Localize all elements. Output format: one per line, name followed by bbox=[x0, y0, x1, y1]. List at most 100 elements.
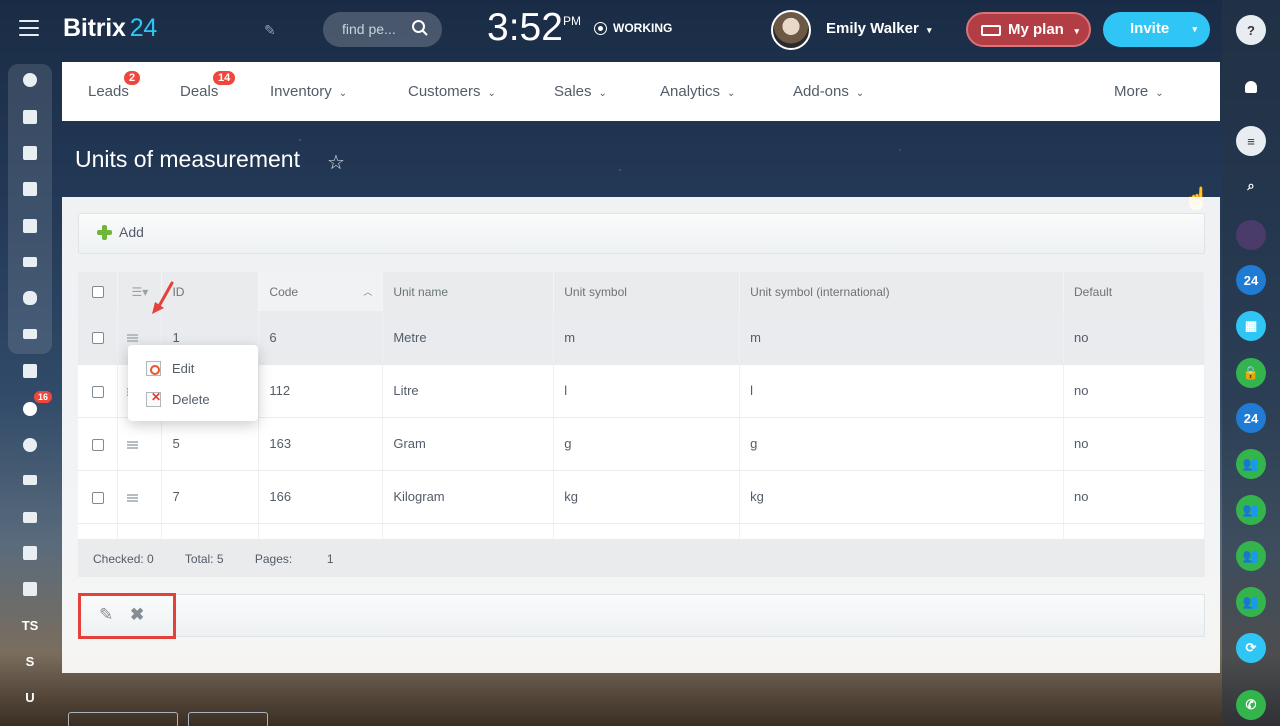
sidebar-item-box2[interactable] bbox=[8, 577, 52, 601]
cell: 112 bbox=[258, 364, 384, 418]
work-status[interactable]: WORKING bbox=[594, 21, 672, 35]
cell: l bbox=[739, 364, 1064, 418]
sidebar-item-u[interactable]: U bbox=[8, 685, 52, 709]
cell: kg bbox=[553, 470, 741, 524]
help-icon[interactable]: ? bbox=[1236, 15, 1266, 45]
cell: kg bbox=[739, 470, 1064, 524]
table-footer: Checked: 0 Total: 5 Pages: 1 bbox=[78, 539, 1205, 577]
user-name[interactable]: Emily Walker ▾ bbox=[826, 20, 932, 37]
menu-icon[interactable] bbox=[19, 20, 39, 36]
tab-addons[interactable]: Add-ons ⌄ bbox=[793, 83, 864, 100]
add-button[interactable]: Add bbox=[96, 224, 144, 240]
chat-icon[interactable]: ≡ bbox=[1236, 126, 1266, 156]
red-arrow-icon bbox=[152, 281, 174, 314]
edit-pencil-icon[interactable]: ✎ bbox=[264, 22, 276, 39]
bottom-strip bbox=[62, 706, 662, 726]
sidebar-item-crm[interactable]: 16 bbox=[8, 391, 53, 421]
col-default[interactable]: Default bbox=[1063, 272, 1205, 311]
row-checkbox[interactable] bbox=[92, 491, 104, 504]
pages: Pages: 1 bbox=[254, 552, 334, 566]
col-unit-name[interactable]: Unit name bbox=[382, 272, 555, 311]
select-all-checkbox[interactable] bbox=[78, 272, 119, 311]
battery-icon bbox=[981, 25, 1001, 36]
contact-avatar[interactable] bbox=[1236, 220, 1266, 250]
tab-analytics[interactable]: Analytics ⌄ bbox=[660, 83, 735, 100]
tab-deals[interactable]: Deals 14 bbox=[180, 69, 238, 100]
sidebar-item-calendar[interactable] bbox=[8, 177, 52, 201]
sidebar-item-tasks[interactable] bbox=[8, 105, 52, 129]
cell: Metre bbox=[382, 311, 555, 365]
crm-nav: Leads 2 Deals 14 Inventory ⌄ Customers ⌄ Sal… bbox=[62, 62, 1220, 121]
cell: 166 bbox=[258, 470, 384, 524]
row-checkbox[interactable] bbox=[92, 332, 104, 345]
invite-button[interactable]: Invite ▾ bbox=[1103, 12, 1210, 47]
logo[interactable]: Bitrix 24 bbox=[63, 14, 157, 43]
menu-item-delete[interactable]: Delete bbox=[146, 389, 210, 409]
cell: no bbox=[1063, 417, 1205, 471]
sidebar-item-checklist[interactable] bbox=[8, 359, 52, 383]
plus-icon bbox=[96, 224, 112, 240]
sidebar-item-docs[interactable] bbox=[8, 214, 52, 238]
sidebar-item-employees[interactable] bbox=[8, 286, 52, 310]
search-icon[interactable]: ⌕ bbox=[1236, 171, 1266, 201]
cell: no bbox=[1063, 470, 1205, 524]
cell: m bbox=[739, 311, 1064, 365]
sidebar-item-s[interactable]: S bbox=[8, 649, 52, 673]
cell: m bbox=[553, 311, 741, 365]
menu-item-edit[interactable]: Edit bbox=[146, 358, 194, 378]
bottom-button-2[interactable] bbox=[188, 712, 268, 726]
row-context-menu: Edit Delete bbox=[128, 345, 258, 421]
col-unit-symbol[interactable]: Unit symbol bbox=[553, 272, 741, 311]
group-icon[interactable]: 👥 bbox=[1236, 449, 1266, 479]
row-checkbox[interactable] bbox=[92, 438, 104, 451]
col-code[interactable]: Code ︿ bbox=[258, 272, 384, 311]
sidebar-item-box[interactable] bbox=[8, 541, 52, 565]
my-plan-button[interactable]: My plan ▾ bbox=[966, 12, 1091, 47]
bell-icon[interactable] bbox=[1236, 72, 1266, 102]
highlight-box bbox=[78, 593, 176, 639]
right-sidebar: ? ≡ ⌕ 24 ▦ 🔒 24 👥 👥 👥 👥 ⟳ ✆ bbox=[1222, 0, 1280, 726]
row-menu-icon[interactable] bbox=[127, 440, 139, 449]
sync-icon[interactable]: ⟳ bbox=[1236, 633, 1266, 663]
star-icon[interactable]: ☆ bbox=[327, 150, 345, 175]
action-bar: ✎ ✖ bbox=[78, 594, 1205, 637]
lock-icon[interactable]: 🔒 bbox=[1236, 358, 1266, 388]
col-id[interactable]: ID bbox=[161, 272, 260, 311]
cell: 7 bbox=[161, 470, 260, 524]
sidebar-item-ts[interactable]: TS bbox=[8, 613, 52, 637]
sidebar-item-mail[interactable] bbox=[8, 322, 52, 346]
sidebar-item-chat[interactable] bbox=[8, 141, 52, 165]
sidebar-item-target[interactable] bbox=[8, 433, 52, 457]
bitrix24-icon-2[interactable]: 24 bbox=[1236, 403, 1266, 433]
sidebar-item-contacts[interactable] bbox=[8, 505, 52, 529]
bitrix24-icon[interactable]: 24 bbox=[1236, 265, 1266, 295]
group-icon-3[interactable]: 👥 bbox=[1236, 541, 1266, 571]
row-checkbox[interactable] bbox=[92, 385, 104, 398]
group-icon-4[interactable]: 👥 bbox=[1236, 587, 1266, 617]
toolbar: Add bbox=[78, 213, 1205, 254]
group-icon-2[interactable]: 👥 bbox=[1236, 495, 1266, 525]
tab-sales[interactable]: Sales ⌄ bbox=[554, 83, 607, 100]
table-row[interactable]: 5 163 Gram g g no bbox=[78, 417, 1205, 471]
edit-icon bbox=[146, 360, 161, 376]
sidebar-item-shop[interactable] bbox=[8, 468, 52, 492]
col-unit-symbol-intl[interactable]: Unit symbol (international) bbox=[739, 272, 1064, 311]
cell: Kilogram bbox=[382, 470, 555, 524]
cell: g bbox=[553, 417, 741, 471]
sidebar-item-drive[interactable] bbox=[8, 250, 52, 274]
phone-icon[interactable]: ✆ bbox=[1236, 690, 1266, 720]
table-row[interactable]: 7 166 Kilogram kg kg no bbox=[78, 470, 1205, 524]
row-menu-icon[interactable] bbox=[127, 334, 139, 343]
bottom-button[interactable] bbox=[68, 712, 178, 726]
calendar-icon[interactable]: ▦ bbox=[1236, 311, 1266, 341]
row-menu-icon[interactable] bbox=[127, 493, 139, 502]
tab-inventory[interactable]: Inventory ⌄ bbox=[270, 83, 347, 100]
tab-more[interactable]: More ⌄ bbox=[1114, 83, 1164, 100]
cell: 6 bbox=[258, 311, 384, 365]
search-input[interactable]: find pe... bbox=[323, 12, 442, 47]
sidebar-item-feed[interactable] bbox=[8, 68, 52, 92]
tab-customers[interactable]: Customers ⌄ bbox=[408, 83, 496, 100]
avatar[interactable] bbox=[771, 10, 811, 50]
clock[interactable]: 3:52 PM bbox=[487, 6, 581, 50]
tab-leads[interactable]: Leads 2 bbox=[88, 69, 143, 100]
